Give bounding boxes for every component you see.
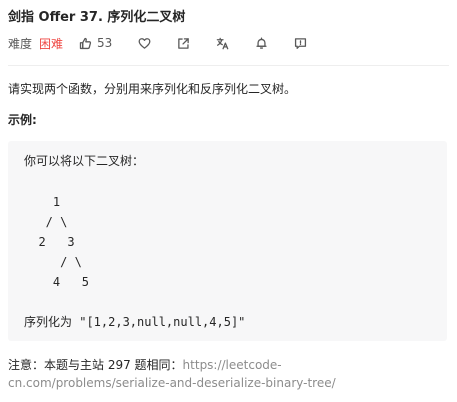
example-label: 示例: [8,113,37,127]
example-line: 你可以将以下二叉树： [24,154,145,168]
feedback-button[interactable] [293,36,307,50]
share-button[interactable] [176,36,190,50]
problem-title: 剑指 Offer 37. 序列化二叉树 [8,10,186,25]
example-line: 1 [24,195,61,209]
header-divider [8,65,449,66]
thumbs-up-icon [79,37,92,49]
link-text-part2: cn.com/problems/serialize-and-deserializ… [8,376,336,390]
heart-icon [138,37,151,49]
share-icon [178,37,189,49]
example-code-block: 你可以将以下二叉树： 1 / \ 2 3 / \ 4 5 序列化为 "[1,2,… [8,141,447,341]
translate-button[interactable] [215,36,229,50]
translate-icon [216,37,229,49]
problem-description: 请实现两个函数，分别用来序列化和反序列化二叉树。 [8,82,297,96]
example-line: / \ [24,255,82,269]
note-paragraph: 注意：本题与主站 297 题相同：https://leetcode-cn.com… [8,356,428,392]
example-line: 4 5 [24,275,90,289]
example-line: / \ [24,215,68,229]
problem-meta-bar: 难度 困难 53 [8,34,307,52]
feedback-icon [294,37,306,49]
notify-button[interactable] [254,36,268,50]
note-text: 注意：本题与主站 297 题相同： [8,358,183,372]
link-text-part1: https://leetcode- [182,358,282,372]
bell-icon [256,37,267,49]
difficulty-label: 难度 [8,36,33,51]
like-count: 53 [97,36,113,50]
example-line: 序列化为 "[1,2,3,null,null,4,5]" [24,315,246,329]
favorite-button[interactable] [137,36,151,50]
difficulty-badge: 困难 [39,36,64,51]
like-button[interactable]: 53 [79,36,112,50]
example-line: 2 3 [24,235,75,249]
